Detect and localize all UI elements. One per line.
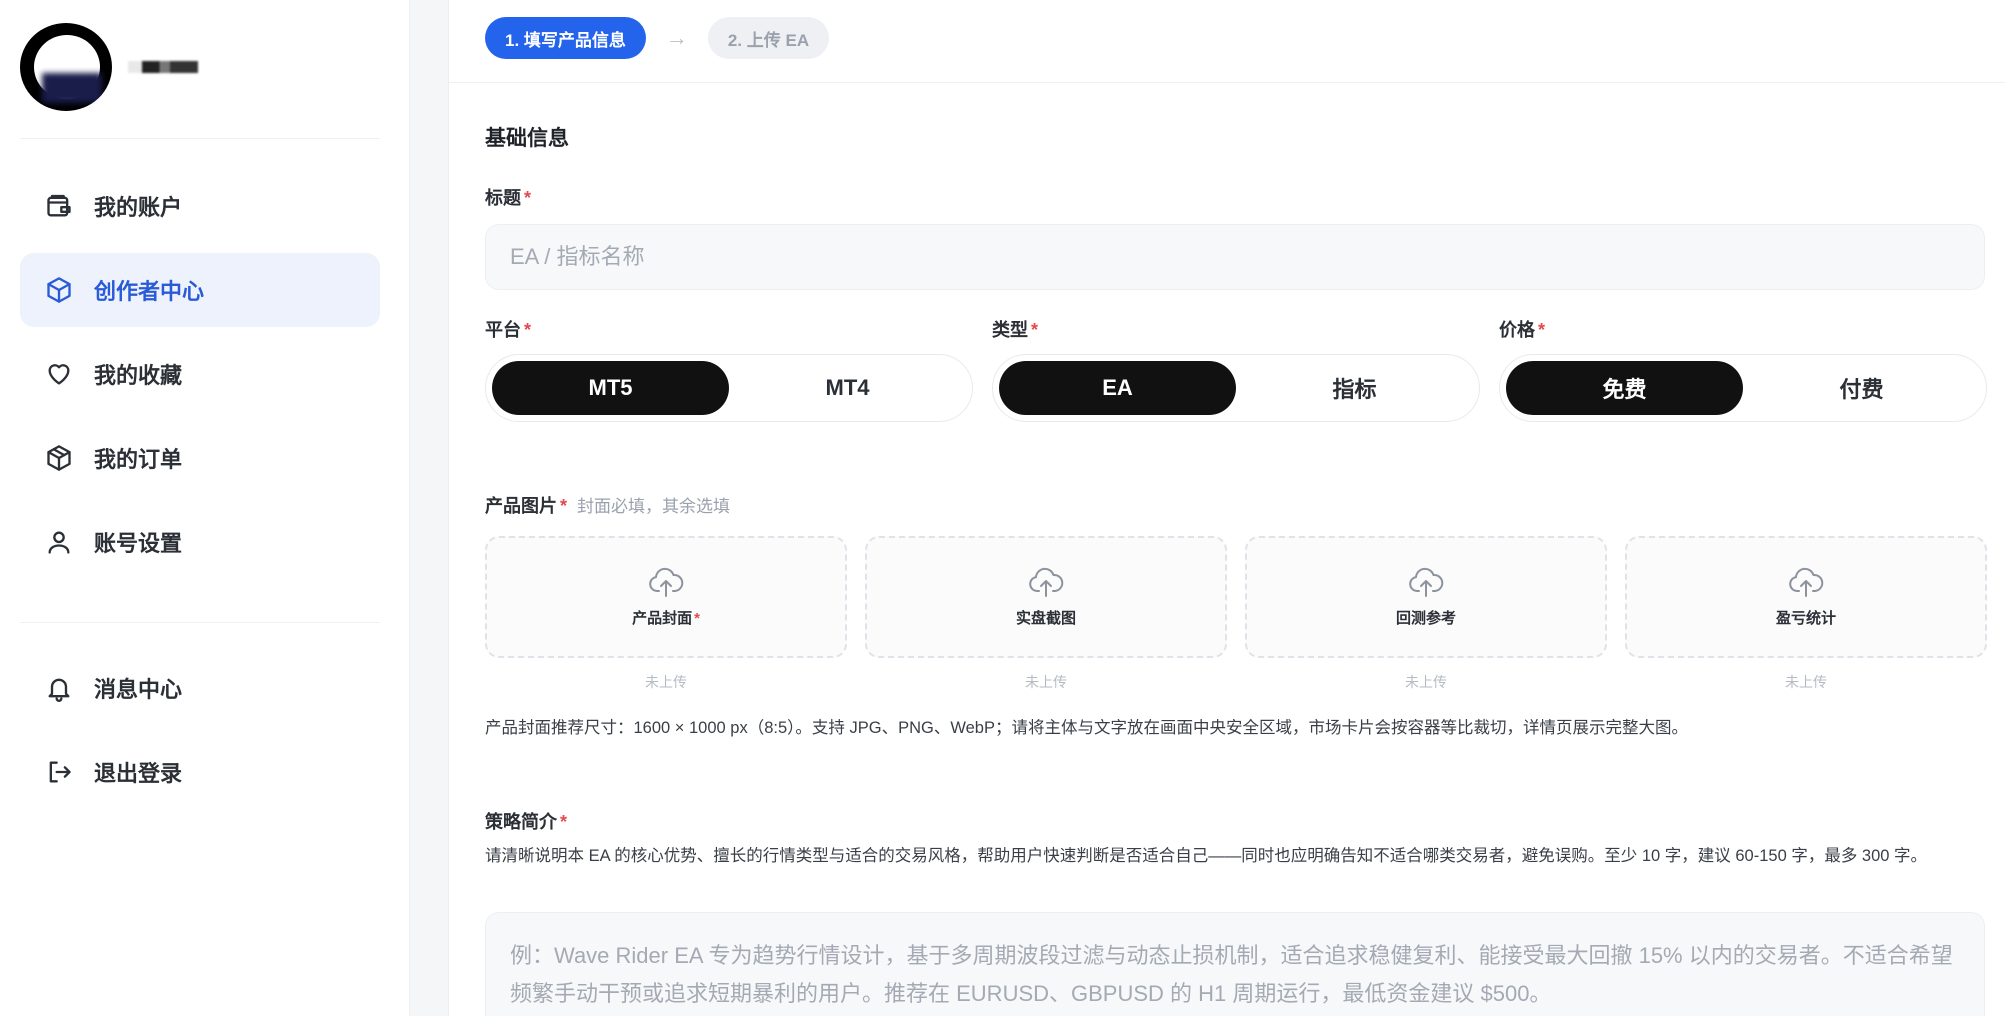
cloud-upload-icon xyxy=(1789,567,1824,597)
cloud-upload-icon xyxy=(1029,567,1064,597)
upload-pnl-stats[interactable]: 盈亏统计 xyxy=(1625,536,1987,658)
main-panel: 1. 填写产品信息 → 2. 上传 EA 基础信息 标题* 平台* MT5 MT… xyxy=(448,0,2005,1016)
upload-label-text: 产品封面 xyxy=(632,609,693,627)
upload-status: 未上传 xyxy=(645,674,687,690)
cloud-upload-icon xyxy=(1409,567,1444,597)
upload-cover-label: 产品封面 * xyxy=(632,607,700,628)
price-label: 价格 * xyxy=(1499,316,1545,342)
price-option-paid[interactable]: 付费 xyxy=(1743,361,1980,415)
images-label: 产品图片 * 封面必填，其余选填 xyxy=(485,492,730,518)
description-help: 请清晰说明本 EA 的核心优势、擅长的行情类型与适合的交易风格，帮助用户快速判断… xyxy=(485,847,1928,865)
required-mark: * xyxy=(560,496,568,516)
sidebar-item-my-account[interactable]: 我的账户 xyxy=(20,169,380,243)
title-label-text: 标题 xyxy=(485,188,521,208)
sidebar-item-label: 账号设置 xyxy=(94,531,183,556)
description-label: 策略简介 * xyxy=(485,808,567,834)
bell-icon xyxy=(44,673,74,703)
title-input[interactable] xyxy=(485,224,1985,290)
sidebar-item-creator-center[interactable]: 创作者中心 xyxy=(20,253,380,327)
required-mark: * xyxy=(1031,320,1039,340)
platform-toggle: MT5 MT4 xyxy=(485,354,973,422)
required-mark: * xyxy=(694,609,700,627)
sidebar-item-account-settings[interactable]: 账号设置 xyxy=(20,505,380,579)
required-mark: * xyxy=(524,188,532,208)
section-title: 基础信息 xyxy=(485,127,569,150)
step-upload-ea[interactable]: 2. 上传 EA xyxy=(707,17,830,59)
description-label-text: 策略简介 xyxy=(485,812,557,832)
price-toggle: 免费 付费 xyxy=(1499,354,1987,422)
header-divider xyxy=(449,82,2005,83)
upload-backtest-label: 回测参考 xyxy=(1395,609,1456,627)
sidebar-item-favorites[interactable]: 我的收藏 xyxy=(20,337,380,411)
sidebar-item-label: 消息中心 xyxy=(94,677,183,702)
description-textarea[interactable] xyxy=(485,912,1985,1016)
package-icon xyxy=(44,443,74,473)
type-label: 类型 * xyxy=(992,316,1038,342)
upload-live-screenshot[interactable]: 实盘截图 xyxy=(865,536,1227,658)
platform-option-mt4[interactable]: MT4 xyxy=(729,361,966,415)
upload-status: 未上传 xyxy=(1025,674,1067,690)
step-fill-product-info[interactable]: 1. 填写产品信息 xyxy=(485,17,646,59)
user-profile[interactable]: - xyxy=(20,22,380,112)
required-mark: * xyxy=(524,320,532,340)
sidebar-item-messages[interactable]: 消息中心 xyxy=(20,651,380,725)
upload-backtest[interactable]: 回测参考 xyxy=(1245,536,1607,658)
platform-option-mt5[interactable]: MT5 xyxy=(492,361,729,415)
sidebar-item-label: 退出登录 xyxy=(94,761,183,786)
type-option-indicator[interactable]: 指标 xyxy=(1236,361,1473,415)
cube-icon xyxy=(44,275,74,305)
upload-status: 未上传 xyxy=(1405,674,1447,690)
title-label: 标题 * xyxy=(485,184,531,210)
platform-label-text: 平台 xyxy=(485,320,521,340)
upload-status: 未上传 xyxy=(1785,674,1827,690)
platform-label: 平台 * xyxy=(485,316,531,342)
cloud-upload-icon xyxy=(649,567,684,597)
sidebar-item-label: 我的订单 xyxy=(94,447,183,472)
logout-icon xyxy=(44,757,74,787)
images-label-text: 产品图片 xyxy=(485,496,557,516)
upload-live-label: 实盘截图 xyxy=(1015,609,1076,627)
sidebar-item-logout[interactable]: 退出登录 xyxy=(20,735,380,809)
upload-pnl-label: 盈亏统计 xyxy=(1775,609,1836,627)
user-icon xyxy=(44,527,74,557)
sidebar-divider xyxy=(20,138,380,139)
arrow-right-icon: → xyxy=(665,25,688,50)
cover-size-note: 产品封面推荐尺寸：1600 × 1000 px（8:5）。支持 JPG、PNG、… xyxy=(485,719,1688,737)
type-option-ea[interactable]: EA xyxy=(999,361,1236,415)
stepper: 1. 填写产品信息 → 2. 上传 EA xyxy=(485,17,830,59)
price-label-text: 价格 xyxy=(1499,320,1535,340)
images-hint: 封面必填，其余选填 xyxy=(577,497,731,516)
heart-icon xyxy=(44,359,74,389)
wallet-icon xyxy=(44,191,74,221)
type-label-text: 类型 xyxy=(992,320,1028,340)
sidebar-item-label: 我的账户 xyxy=(94,195,183,220)
price-option-free[interactable]: 免费 xyxy=(1506,361,1743,415)
user-name: - xyxy=(128,61,198,73)
avatar[interactable] xyxy=(20,23,112,111)
upload-cover[interactable]: 产品封面 * xyxy=(485,536,847,658)
sidebar-item-label: 创作者中心 xyxy=(94,279,205,304)
required-mark: * xyxy=(560,812,568,832)
required-mark: * xyxy=(1538,320,1546,340)
type-toggle: EA 指标 xyxy=(992,354,1480,422)
sidebar-item-label: 我的收藏 xyxy=(94,363,183,388)
sidebar: - 我的账户 创作者中心 我的收藏 我的订单 账号设置 xyxy=(0,0,410,1016)
sidebar-divider xyxy=(20,622,380,623)
sidebar-item-orders[interactable]: 我的订单 xyxy=(20,421,380,495)
